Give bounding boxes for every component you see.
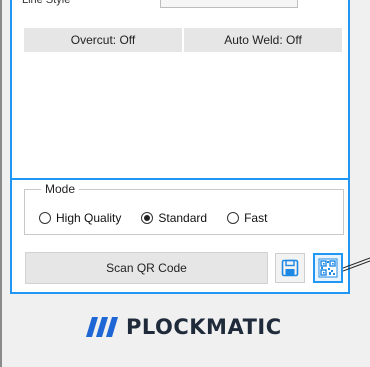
radio-label-high-quality: High Quality <box>56 211 122 225</box>
logo-wordmark: PLOCKMATIC <box>126 315 282 339</box>
radio-circle-icon[interactable] <box>39 212 51 224</box>
mode-radio-row: High Quality Standard Fast <box>39 211 287 225</box>
qr-code-icon <box>318 258 338 278</box>
mode-legend: Mode <box>41 182 80 196</box>
logo-slashes-icon <box>86 317 118 337</box>
callout-pointer <box>343 257 370 272</box>
auto-weld-toggle-button[interactable]: Auto Weld: Off <box>184 28 342 52</box>
plockmatic-logo: PLOCKMATIC <box>86 315 282 339</box>
radio-high-quality[interactable]: High Quality <box>39 211 121 225</box>
mode-group: Mode High Quality Standard Fast <box>24 182 344 235</box>
radio-circle-icon[interactable] <box>227 212 240 224</box>
line-style-select[interactable]: Solid <box>160 0 298 8</box>
radio-fast[interactable]: Fast <box>227 211 267 225</box>
qr-code-button[interactable] <box>313 253 343 283</box>
radio-standard[interactable]: Standard <box>141 211 207 225</box>
toggle-row: Overcut: Off Auto Weld: Off <box>24 28 342 52</box>
line-style-label: Line Style <box>22 0 71 6</box>
save-icon <box>281 259 299 277</box>
radio-label-fast: Fast <box>244 211 268 225</box>
save-button[interactable] <box>275 253 305 283</box>
scan-qr-code-button[interactable]: Scan QR Code <box>25 252 268 284</box>
window-left-edge <box>0 0 2 367</box>
overcut-toggle-button[interactable]: Overcut: Off <box>24 28 182 52</box>
radio-circle-selected-icon[interactable] <box>141 212 154 224</box>
radio-dot-icon <box>144 215 151 221</box>
radio-label-standard: Standard <box>158 211 208 225</box>
section-divider <box>10 178 350 180</box>
